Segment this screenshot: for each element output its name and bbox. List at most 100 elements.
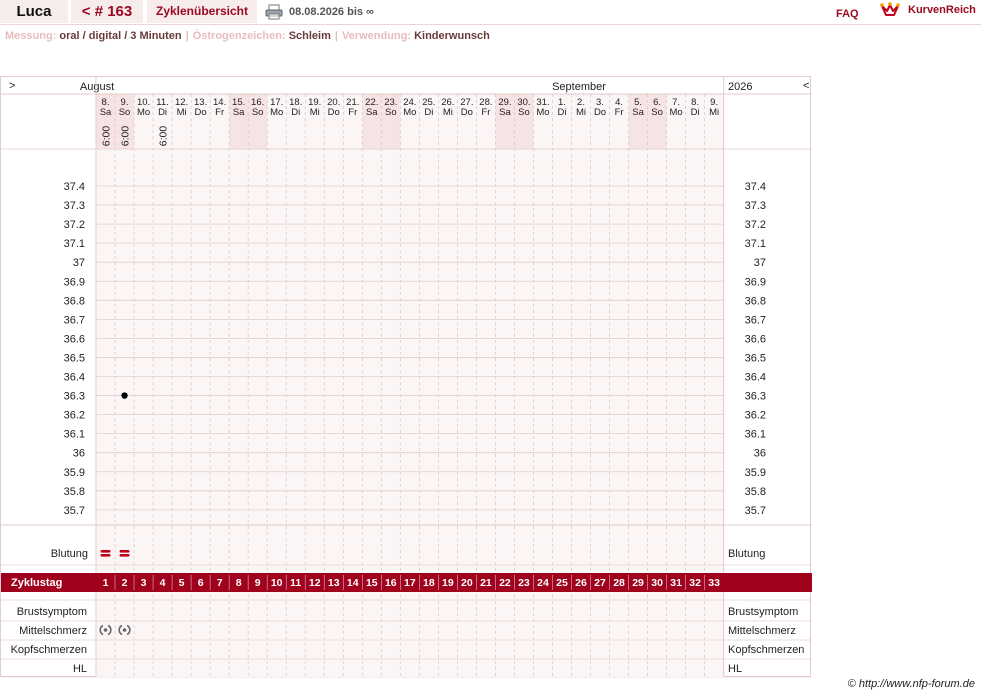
cycle-day-number[interactable]: 14 — [347, 577, 359, 589]
temperature-label-right: 37.3 — [745, 200, 766, 212]
temperature-label-right: 35.9 — [745, 467, 766, 479]
cycle-day-number[interactable]: 22 — [499, 577, 511, 589]
measurement-time: 6:00 — [158, 126, 170, 147]
cycle-day-number[interactable]: 20 — [461, 577, 473, 589]
symptom-label-hl-left: HL — [73, 663, 87, 675]
temperature-label-right: 36.4 — [745, 372, 766, 384]
cycle-chart-svg: > August September 2026 <8.Sa6:009.So6:0010.… — [1, 77, 812, 679]
weekday-label: Do — [328, 107, 340, 118]
symptom-label-mittelschmerz-left: Mittelschmerz — [19, 625, 87, 637]
temperature-label-left: 37.1 — [64, 238, 85, 250]
user-tab[interactable]: Luca — [0, 0, 68, 23]
cycle-day-number[interactable]: 12 — [309, 577, 321, 589]
weekday-label: So — [252, 107, 264, 118]
cycle-day-number[interactable]: 3 — [141, 577, 147, 589]
cycle-day-number[interactable]: 33 — [708, 577, 720, 589]
cycle-day-number[interactable]: 7 — [217, 577, 223, 589]
weekday-label: Mo — [670, 107, 683, 118]
cycle-day-number[interactable]: 32 — [689, 577, 701, 589]
cycle-day-number[interactable]: 28 — [613, 577, 625, 589]
temperature-label-right: 36.8 — [745, 295, 766, 307]
cycle-number-tab[interactable]: < # 163 — [71, 0, 143, 23]
cycle-day-number[interactable]: 16 — [385, 577, 397, 589]
temperature-label-right: 37 — [754, 257, 766, 269]
temperature-point[interactable] — [121, 392, 128, 399]
measurement-time: 6:00 — [120, 126, 132, 147]
symptom-label-brustsymptom-right: Brustsymptom — [728, 606, 798, 618]
cycle-overview-tab[interactable]: Zyklenübersicht — [147, 0, 257, 23]
cycle-day-number[interactable]: 24 — [537, 577, 549, 589]
month-label: August — [80, 81, 114, 93]
usage-label: Verwendung: — [341, 30, 412, 42]
weekday-label: Fr — [348, 107, 357, 118]
temperature-label-right: 36.1 — [745, 429, 766, 441]
cycle-day-number[interactable]: 6 — [198, 577, 204, 589]
cycle-day-number[interactable]: 30 — [651, 577, 663, 589]
cycle-day-number[interactable]: 1 — [103, 577, 109, 589]
cycle-day-label: Zyklustag — [11, 577, 62, 589]
temperature-label-left: 36.8 — [64, 295, 85, 307]
symptom-label-brustsymptom-left: Brustsymptom — [17, 606, 87, 618]
temperature-label-right: 36.9 — [745, 276, 766, 288]
bleeding-label-right: Blutung — [728, 548, 765, 560]
cycle-day-number[interactable]: 29 — [632, 577, 644, 589]
weekday-label: Mi — [310, 107, 320, 118]
separator: | — [334, 30, 338, 42]
weekday-label: Mi — [709, 107, 719, 118]
weekday-label: Mi — [576, 107, 586, 118]
separator: | — [185, 30, 189, 42]
weekday-label: Sa — [100, 107, 112, 118]
weekday-label: Sa — [632, 107, 644, 118]
temperature-label-left: 37.3 — [64, 200, 85, 212]
temperature-label-right: 36.5 — [745, 352, 766, 364]
nav-next-button[interactable]: < — [803, 80, 809, 92]
cycle-day-number[interactable]: 31 — [670, 577, 682, 589]
weekday-label: Do — [461, 107, 473, 118]
bleeding-label-left: Blutung — [51, 548, 88, 560]
cycle-day-number[interactable]: 11 — [290, 577, 301, 589]
cycle-day-number[interactable]: 26 — [575, 577, 587, 589]
cycle-day-number[interactable]: 9 — [255, 577, 261, 589]
symptom-label-hl-right: HL — [728, 663, 742, 675]
temperature-label-left: 36.3 — [64, 391, 85, 403]
year-label: 2026 — [728, 81, 752, 93]
weekday-label: So — [385, 107, 397, 118]
estrogen-label: Östrogenzeichen: — [192, 30, 286, 42]
cycle-day-number[interactable]: 15 — [366, 577, 378, 589]
cycle-day-number[interactable]: 8 — [236, 577, 242, 589]
temperature-label-right: 36.2 — [745, 410, 766, 422]
cycle-day-number[interactable]: 18 — [423, 577, 435, 589]
weekday-label: So — [651, 107, 663, 118]
measurement-value: oral / digital / 3 Minuten — [59, 30, 182, 42]
logo-text[interactable]: KurvenReich — [908, 0, 976, 20]
copyright-footer: © http://www.nfp-forum.de — [847, 678, 975, 690]
cycle-day-number[interactable]: 25 — [556, 577, 568, 589]
cycle-day-number[interactable]: 5 — [179, 577, 185, 589]
weekday-label: Mo — [403, 107, 416, 118]
weekday-label: Mo — [137, 107, 150, 118]
nav-prev-button[interactable]: > — [9, 80, 15, 92]
temperature-label-right: 36.6 — [745, 333, 766, 345]
top-bar: Luca < # 163 Zyklenübersicht 08.08.2026 … — [0, 0, 981, 25]
printer-icon[interactable] — [265, 4, 283, 20]
faq-link[interactable]: FAQ — [836, 2, 859, 26]
usage-value: Kinderwunsch — [414, 30, 490, 42]
cycle-day-number[interactable]: 10 — [271, 577, 283, 589]
symptom-label-kopfschmerzen-right: Kopfschmerzen — [728, 644, 804, 656]
cycle-day-number[interactable]: 4 — [160, 577, 166, 589]
cycle-day-number[interactable]: 2 — [122, 577, 128, 589]
temperature-label-left: 35.9 — [64, 467, 85, 479]
cycle-day-number[interactable]: 19 — [442, 577, 454, 589]
weekday-label: Mi — [443, 107, 453, 118]
crown-logo-icon[interactable] — [880, 2, 900, 19]
temperature-label-right: 36.3 — [745, 391, 766, 403]
cycle-day-number[interactable]: 21 — [480, 577, 492, 589]
cycle-day-number[interactable]: 13 — [328, 577, 340, 589]
weekday-label: Fr — [481, 107, 490, 118]
temperature-label-right: 35.7 — [745, 505, 766, 517]
cycle-day-number[interactable]: 27 — [594, 577, 606, 589]
estrogen-value: Schleim — [288, 30, 331, 42]
temperature-label-left: 36.5 — [64, 352, 85, 364]
cycle-day-number[interactable]: 23 — [518, 577, 530, 589]
cycle-day-number[interactable]: 17 — [404, 577, 416, 589]
